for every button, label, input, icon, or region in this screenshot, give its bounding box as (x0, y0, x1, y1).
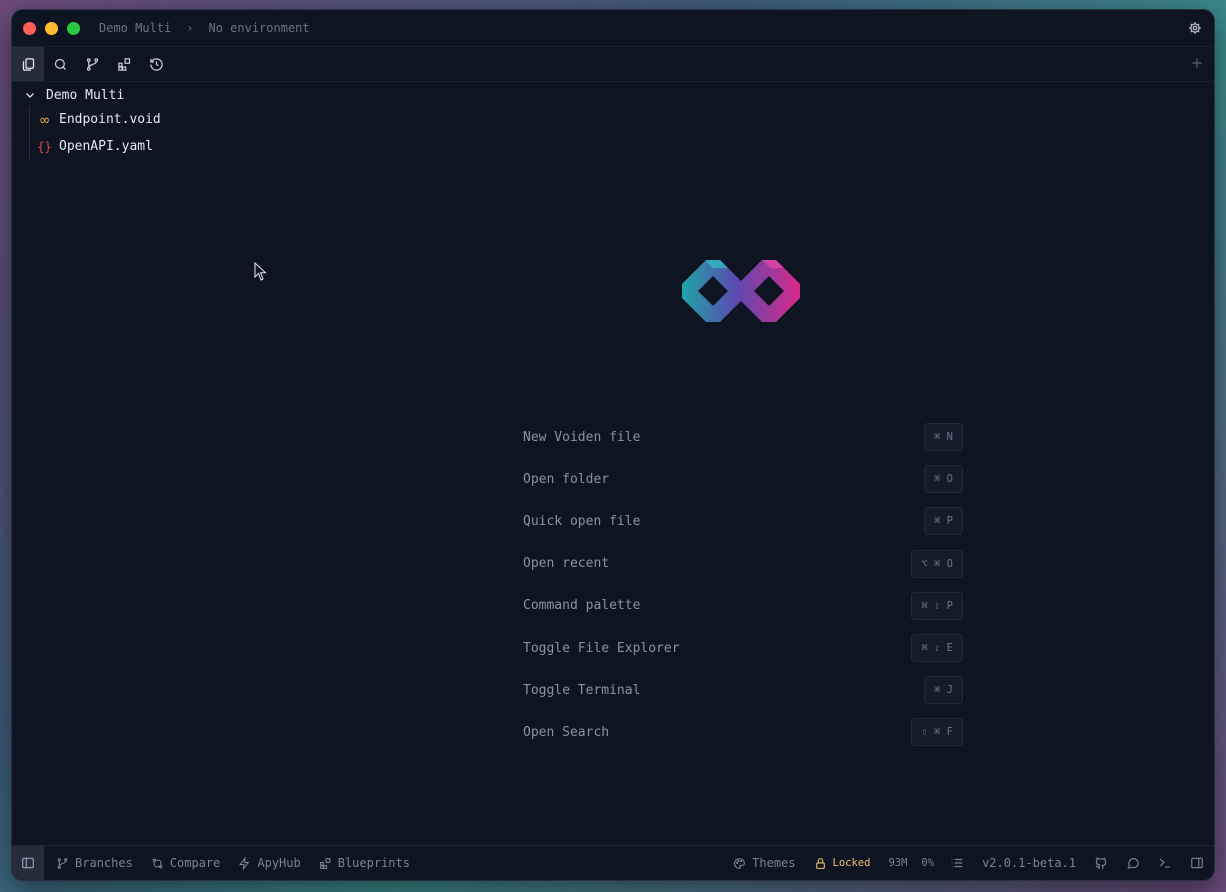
themes-button[interactable]: Themes (733, 856, 796, 870)
status-bar-right: Themes Locked 93M 0% v2.0.1-beta.1 (733, 846, 1214, 880)
folder-label: Demo Multi (46, 87, 125, 103)
memory-label: 93M (888, 857, 908, 869)
themes-label: Themes (752, 856, 796, 870)
blueprints-button[interactable]: Blueprints (319, 856, 410, 870)
close-window-button[interactable] (23, 21, 36, 35)
history-tab[interactable] (140, 47, 172, 81)
project-breadcrumb[interactable]: Demo Multi (99, 21, 171, 35)
environment-selector[interactable]: No environment (208, 21, 309, 35)
search-icon (54, 58, 66, 70)
shortcut-keys: ⌘ P (924, 507, 963, 536)
shortcut-label: Toggle File Explorer (523, 640, 680, 656)
blocks-icon (319, 857, 331, 869)
git-branch-icon (57, 857, 68, 869)
traffic-lights (23, 21, 80, 35)
minimize-window-button[interactable] (45, 21, 58, 35)
shortcut-keys: ⌘ N (924, 423, 963, 452)
file-label: Endpoint.void (59, 112, 161, 127)
shortcut-keys: ⌘ J (924, 676, 963, 705)
sidebar-icon (22, 857, 34, 869)
app-window: Demo Multi › No environment Demo Multi ∞… (12, 10, 1214, 880)
sidebar-toolbar (12, 47, 1214, 82)
shortcut-keys: ⇧ ⌘ F (911, 718, 963, 747)
branches-button[interactable]: Branches (56, 856, 133, 870)
blocks-icon (117, 57, 130, 71)
chat-button[interactable] (1126, 856, 1140, 870)
shortcut-keys: ⌘ ⇧ P (911, 591, 963, 620)
plus-icon[interactable] (1190, 56, 1204, 70)
gear-icon[interactable] (1188, 21, 1202, 35)
shortcut-command-palette[interactable]: Command palette ⌘ ⇧ P (523, 585, 963, 627)
files-icon (22, 57, 34, 71)
voiden-logo (682, 260, 800, 322)
git-tab[interactable] (76, 47, 108, 81)
version-text: v2.0.1-beta.1 (982, 856, 1076, 870)
version-label[interactable]: v2.0.1-beta.1 (982, 856, 1076, 870)
list-icon (951, 858, 963, 868)
cpu-usage: 0% (921, 857, 934, 869)
shortcut-open-search[interactable]: Open Search ⇧ ⌘ F (523, 711, 963, 753)
apyhub-label: ApyHub (257, 856, 301, 870)
lock-icon (815, 857, 825, 869)
extensions-tab[interactable] (108, 47, 140, 81)
history-icon (149, 57, 163, 71)
github-icon (1095, 857, 1107, 869)
shortcut-toggle-file-explorer[interactable]: Toggle File Explorer ⌘ ⇧ E (523, 627, 963, 669)
branches-label: Branches (75, 856, 133, 870)
braces-icon: {} (37, 139, 52, 154)
search-tab[interactable] (44, 47, 76, 81)
shortcut-open-folder[interactable]: Open folder ⌘ O (523, 458, 963, 500)
locked-label: Locked (832, 857, 871, 869)
shortcut-keys: ⌥ ⌘ O (911, 549, 963, 578)
compare-icon (152, 858, 163, 868)
maximize-window-button[interactable] (67, 21, 80, 35)
welcome-shortcuts: New Voiden file ⌘ N Open folder ⌘ O Quic… (523, 416, 963, 754)
shortcut-label: Open folder (523, 471, 610, 487)
files-tab[interactable] (12, 47, 44, 81)
shortcut-label: Open recent (523, 556, 610, 572)
palette-icon (734, 857, 746, 869)
git-branch-icon (86, 57, 98, 71)
toggle-panel-button[interactable] (1190, 856, 1204, 870)
locked-toggle[interactable]: Locked (814, 857, 871, 870)
shortcut-open-recent[interactable]: Open recent ⌥ ⌘ O (523, 543, 963, 585)
cpu-label: 0% (921, 857, 935, 869)
file-endpoint-void[interactable]: ∞ Endpoint.void (36, 106, 332, 133)
shortcut-keys: ⌘ ⇧ E (911, 634, 963, 663)
file-openapi-yaml[interactable]: {} OpenAPI.yaml (36, 133, 332, 160)
shortcut-keys: ⌘ O (924, 465, 963, 494)
file-explorer: Demo Multi ∞ Endpoint.void {} OpenAPI.ya… (12, 84, 332, 160)
lightning-icon (239, 856, 250, 870)
blueprints-label: Blueprints (337, 856, 410, 870)
mouse-cursor-icon (254, 262, 267, 281)
apyhub-button[interactable]: ApyHub (238, 856, 301, 870)
folder-children: ∞ Endpoint.void {} OpenAPI.yaml (29, 106, 332, 160)
memory-usage: 93M (888, 857, 907, 869)
toggle-sidebar-button[interactable] (12, 846, 44, 880)
status-bar: Branches Compare ApyHub Blueprints Theme… (12, 845, 1214, 880)
titlebar: Demo Multi › No environment (12, 10, 1214, 47)
infinity-icon: ∞ (39, 110, 50, 129)
shortcut-label: Toggle Terminal (523, 682, 641, 698)
shortcut-label: Quick open file (523, 513, 641, 529)
list-button[interactable] (950, 856, 964, 870)
shortcut-new-voiden-file[interactable]: New Voiden file ⌘ N (523, 416, 963, 458)
shortcut-label: Open Search (523, 724, 610, 740)
folder-demo-multi[interactable]: Demo Multi (24, 84, 332, 106)
shortcut-label: Command palette (523, 598, 641, 614)
chevron-down-icon (26, 93, 34, 98)
github-button[interactable] (1094, 856, 1108, 870)
shortcut-label: New Voiden file (523, 429, 641, 445)
terminal-button[interactable] (1158, 856, 1172, 870)
shortcut-quick-open-file[interactable]: Quick open file ⌘ P (523, 500, 963, 542)
terminal-icon (1159, 858, 1170, 868)
file-label: OpenAPI.yaml (59, 139, 153, 154)
shortcut-toggle-terminal[interactable]: Toggle Terminal ⌘ J (523, 669, 963, 711)
compare-label: Compare (169, 856, 221, 870)
compare-button[interactable]: Compare (151, 856, 221, 870)
chat-icon (1127, 858, 1139, 870)
panel-right-icon (1191, 857, 1203, 869)
chevron-right-icon: › (186, 21, 194, 35)
